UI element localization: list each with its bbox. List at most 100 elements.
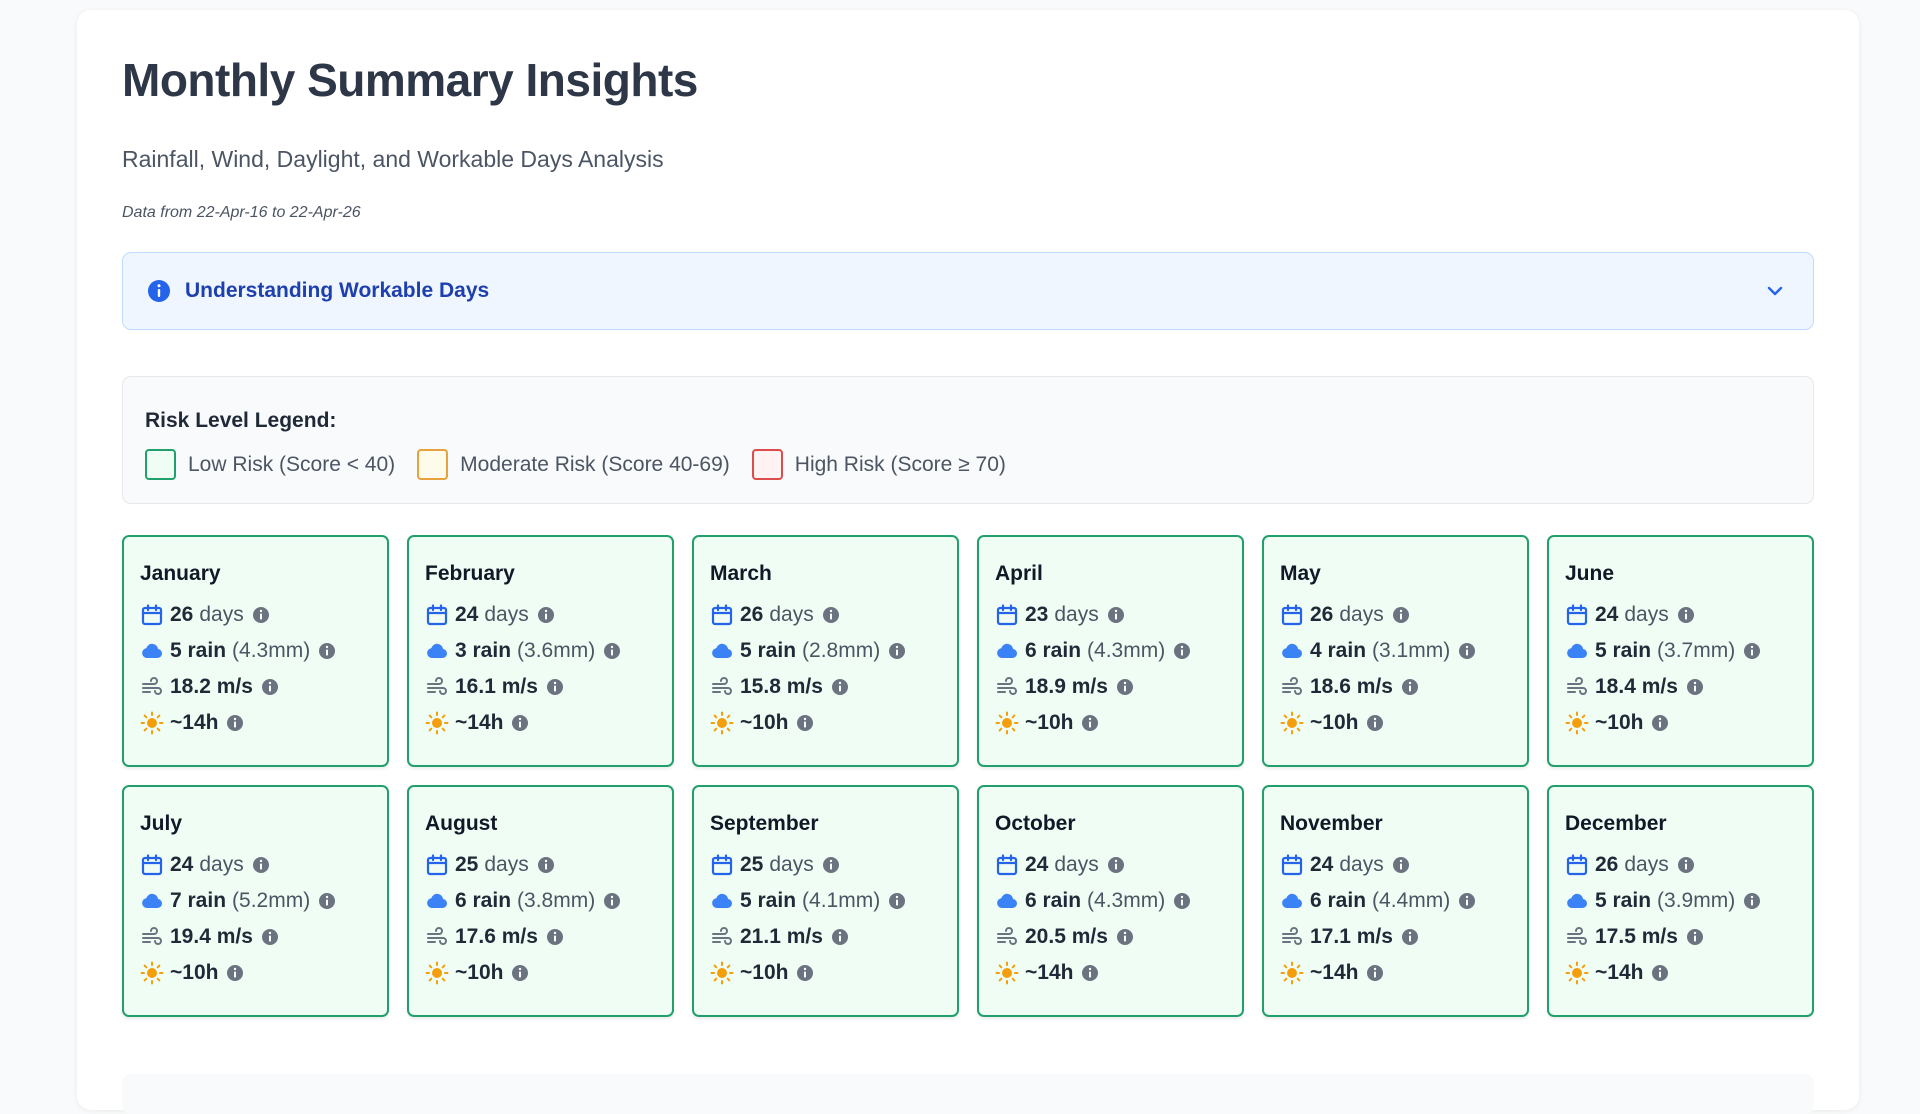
info-icon[interactable] xyxy=(261,678,279,696)
month-card-october[interactable]: October 24 days 6 rain (4.3mm) 20.5 m/s … xyxy=(977,785,1244,1017)
workable-days-row: 26 days xyxy=(1565,847,1812,883)
info-icon[interactable] xyxy=(1651,964,1669,982)
info-icon[interactable] xyxy=(1743,892,1761,910)
info-icon[interactable] xyxy=(1686,678,1704,696)
info-icon[interactable] xyxy=(822,606,840,624)
month-card-july[interactable]: July 24 days 7 rain (5.2mm) 19.4 m/s ~10… xyxy=(122,785,389,1017)
info-icon[interactable] xyxy=(1458,642,1476,660)
info-icon[interactable] xyxy=(1107,606,1125,624)
month-card-september[interactable]: September 25 days 5 rain (4.1mm) 21.1 m/… xyxy=(692,785,959,1017)
workable-days-value: 26 xyxy=(740,603,764,626)
daylight-row: ~14h xyxy=(995,955,1242,991)
month-card-may[interactable]: May 26 days 4 rain (3.1mm) 18.6 m/s ~10h xyxy=(1262,535,1529,767)
rain-row: 6 rain (3.8mm) xyxy=(425,883,672,919)
daylight-value: ~10h xyxy=(170,961,219,984)
info-icon[interactable] xyxy=(796,964,814,982)
rain-row: 5 rain (4.1mm) xyxy=(710,883,957,919)
info-icon[interactable] xyxy=(1401,678,1419,696)
info-icon[interactable] xyxy=(261,928,279,946)
info-icon[interactable] xyxy=(1116,678,1134,696)
month-card-march[interactable]: March 26 days 5 rain (2.8mm) 15.8 m/s ~1… xyxy=(692,535,959,767)
info-icon[interactable] xyxy=(822,856,840,874)
sun-icon xyxy=(1565,711,1589,735)
info-icon[interactable] xyxy=(318,892,336,910)
info-icon[interactable] xyxy=(1081,964,1099,982)
info-icon[interactable] xyxy=(537,606,555,624)
wind-row: 18.9 m/s xyxy=(995,669,1242,705)
info-icon[interactable] xyxy=(1458,892,1476,910)
month-card-april[interactable]: April 23 days 6 rain (4.3mm) 18.9 m/s ~1… xyxy=(977,535,1244,767)
info-icon[interactable] xyxy=(1677,856,1695,874)
info-icon[interactable] xyxy=(1116,928,1134,946)
wind-icon xyxy=(712,677,732,695)
daylight-value: ~14h xyxy=(1025,961,1074,984)
month-card-january[interactable]: January 26 days 5 rain (4.3mm) 18.2 m/s … xyxy=(122,535,389,767)
rain-mm-value: (3.7mm) xyxy=(1657,639,1736,662)
workable-days-row: 23 days xyxy=(995,597,1242,633)
info-icon[interactable] xyxy=(603,642,621,660)
chevron-down-icon[interactable] xyxy=(1765,281,1785,301)
info-icon[interactable] xyxy=(511,964,529,982)
rain-row: 5 rain (3.7mm) xyxy=(1565,633,1812,669)
info-icon[interactable] xyxy=(1081,714,1099,732)
workable-days-row: 25 days xyxy=(710,847,957,883)
info-icon[interactable] xyxy=(1686,928,1704,946)
info-icon[interactable] xyxy=(888,892,906,910)
rain-row: 6 rain (4.3mm) xyxy=(995,883,1242,919)
month-card-november[interactable]: November 24 days 6 rain (4.4mm) 17.1 m/s… xyxy=(1262,785,1529,1017)
info-icon[interactable] xyxy=(1173,892,1191,910)
info-icon[interactable] xyxy=(318,642,336,660)
sun-icon xyxy=(1280,961,1304,985)
info-icon[interactable] xyxy=(831,678,849,696)
info-icon[interactable] xyxy=(226,714,244,732)
wind-icon xyxy=(997,927,1017,945)
info-icon[interactable] xyxy=(1651,714,1669,732)
month-card-june[interactable]: June 24 days 5 rain (3.7mm) 18.4 m/s ~10… xyxy=(1547,535,1814,767)
wind-icon xyxy=(1282,677,1302,695)
workable-days-row: 25 days xyxy=(425,847,672,883)
wind-row: 18.4 m/s xyxy=(1565,669,1812,705)
info-icon[interactable] xyxy=(796,714,814,732)
wind-speed-value: 16.1 m/s xyxy=(455,675,538,698)
next-section-strip xyxy=(122,1074,1814,1114)
info-icon[interactable] xyxy=(1392,856,1410,874)
info-icon[interactable] xyxy=(537,856,555,874)
rain-row: 5 rain (2.8mm) xyxy=(710,633,957,669)
info-icon[interactable] xyxy=(603,892,621,910)
workable-days-value: 25 xyxy=(455,853,479,876)
info-icon[interactable] xyxy=(511,714,529,732)
info-icon[interactable] xyxy=(1366,964,1384,982)
info-icon[interactable] xyxy=(888,642,906,660)
info-icon[interactable] xyxy=(226,964,244,982)
rain-row: 6 rain (4.3mm) xyxy=(995,633,1242,669)
month-name: December xyxy=(1565,812,1667,835)
daylight-value: ~14h xyxy=(455,711,504,734)
info-icon[interactable] xyxy=(831,928,849,946)
info-icon[interactable] xyxy=(546,678,564,696)
sun-icon xyxy=(140,711,164,735)
month-name: January xyxy=(140,562,221,585)
date-range: Data from 22-Apr-16 to 22-Apr-26 xyxy=(122,204,361,221)
understanding-workable-days-toggle[interactable]: Understanding Workable Days xyxy=(122,252,1814,330)
workable-days-value: 24 xyxy=(455,603,479,626)
info-icon[interactable] xyxy=(1392,606,1410,624)
month-card-december[interactable]: December 26 days 5 rain (3.9mm) 17.5 m/s… xyxy=(1547,785,1814,1017)
month-card-february[interactable]: February 24 days 3 rain (3.6mm) 16.1 m/s… xyxy=(407,535,674,767)
info-icon[interactable] xyxy=(1107,856,1125,874)
info-icon[interactable] xyxy=(1173,642,1191,660)
calendar-icon xyxy=(996,854,1018,876)
info-icon[interactable] xyxy=(1743,642,1761,660)
info-icon[interactable] xyxy=(1401,928,1419,946)
workable-days-row: 26 days xyxy=(1280,597,1527,633)
info-icon[interactable] xyxy=(1366,714,1384,732)
info-icon[interactable] xyxy=(546,928,564,946)
workable-days-unit: days xyxy=(199,603,244,626)
month-name: February xyxy=(425,562,515,585)
info-icon[interactable] xyxy=(252,856,270,874)
info-icon[interactable] xyxy=(252,606,270,624)
month-name: April xyxy=(995,562,1043,585)
rain-mm-value: (4.1mm) xyxy=(802,889,881,912)
info-icon[interactable] xyxy=(1677,606,1695,624)
month-card-august[interactable]: August 25 days 6 rain (3.8mm) 17.6 m/s ~… xyxy=(407,785,674,1017)
rain-days-value: 7 rain xyxy=(170,889,227,912)
